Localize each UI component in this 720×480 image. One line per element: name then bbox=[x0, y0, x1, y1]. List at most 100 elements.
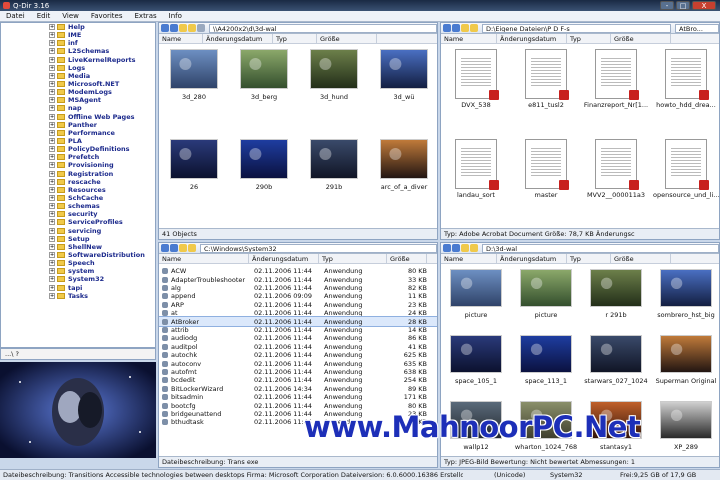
col-date[interactable]: Änderungsdatum bbox=[249, 253, 319, 264]
table-row[interactable]: auditpol 02.11.2006 11:44 Anwendung 41 KB bbox=[159, 343, 437, 351]
tree-item[interactable]: + servicing bbox=[1, 227, 155, 235]
tree-item[interactable]: + Speech bbox=[1, 259, 155, 267]
folder-icon[interactable] bbox=[470, 24, 478, 32]
image-file-item[interactable]: space_113_1 bbox=[513, 335, 579, 385]
expand-icon[interactable]: + bbox=[49, 243, 55, 250]
tree-item[interactable]: + L2Schemas bbox=[1, 47, 155, 55]
expand-icon[interactable]: + bbox=[49, 178, 55, 185]
expand-icon[interactable]: + bbox=[49, 268, 55, 275]
folder-up-icon[interactable] bbox=[179, 24, 187, 32]
tree-item[interactable]: + ModemLogs bbox=[1, 88, 155, 96]
col-name[interactable]: Name bbox=[159, 33, 203, 44]
image-file-item[interactable]: starwars_027_1024 bbox=[583, 335, 649, 385]
folder-icon[interactable] bbox=[188, 24, 196, 32]
path-field[interactable]: C:\Windows\System32 bbox=[200, 243, 437, 253]
folder-icon[interactable] bbox=[470, 244, 478, 252]
tree-item[interactable]: + SoftwareDistribution bbox=[1, 251, 155, 259]
tree-item[interactable]: + inf bbox=[1, 39, 155, 47]
tree-item[interactable]: + LiveKernelReports bbox=[1, 56, 155, 64]
expand-icon[interactable]: + bbox=[49, 64, 55, 71]
image-file-item[interactable]: 290b bbox=[231, 139, 297, 191]
pane-top-right[interactable]: D:\Eigene Dateien\P D F-s AtBro... Name … bbox=[440, 22, 720, 240]
expand-icon[interactable]: + bbox=[49, 97, 55, 104]
col-date[interactable]: Änderungsdatum bbox=[203, 33, 273, 44]
pdf-file-item[interactable]: Finanzreport_Nr[1... bbox=[583, 49, 649, 109]
table-row[interactable]: attrib 02.11.2006 11:44 Anwendung 14 KB bbox=[159, 326, 437, 334]
table-row[interactable]: ACW 02.11.2006 11:44 Anwendung 80 KB bbox=[159, 267, 437, 275]
table-row[interactable]: ARP 02.11.2006 11:44 Anwendung 23 KB bbox=[159, 301, 437, 309]
table-row[interactable]: alg 02.11.2006 11:44 Anwendung 82 KB bbox=[159, 284, 437, 292]
expand-icon[interactable]: + bbox=[49, 227, 55, 234]
pane-top-left[interactable]: \\A4200x2\d\3d-wal Name Änderungsdatum T… bbox=[158, 22, 438, 240]
pdf-file-item[interactable]: e811_tusl2 bbox=[513, 49, 579, 109]
col-name[interactable]: Name bbox=[159, 253, 249, 264]
tree-item[interactable]: + Tasks bbox=[1, 292, 155, 300]
table-row[interactable]: at 02.11.2006 11:44 Anwendung 24 KB bbox=[159, 309, 437, 317]
expand-icon[interactable]: + bbox=[49, 129, 55, 136]
expand-icon[interactable]: + bbox=[49, 48, 55, 55]
menu-edit[interactable]: Edit bbox=[31, 12, 57, 20]
table-row[interactable]: autoconv 02.11.2006 11:44 Anwendung 635 KB bbox=[159, 359, 437, 368]
path-field[interactable]: D:\Eigene Dateien\P D F-s bbox=[482, 23, 671, 33]
expand-icon[interactable]: + bbox=[49, 211, 55, 218]
image-file-item[interactable]: 291b bbox=[301, 139, 367, 191]
col-date[interactable]: Änderungsdatum bbox=[497, 253, 567, 264]
expand-icon[interactable]: + bbox=[49, 40, 55, 47]
image-file-item[interactable]: picture bbox=[443, 269, 509, 319]
tree-item[interactable]: + MSAgent bbox=[1, 96, 155, 104]
image-file-item[interactable]: 3d_280 bbox=[161, 49, 227, 101]
expand-icon[interactable]: + bbox=[49, 113, 55, 120]
tree-item[interactable]: + ServiceProfiles bbox=[1, 218, 155, 226]
tree-item[interactable]: + rescache bbox=[1, 178, 155, 186]
menu-datei[interactable]: Datei bbox=[0, 12, 31, 20]
tree-item[interactable]: + Registration bbox=[1, 170, 155, 178]
tree-item[interactable]: + Media bbox=[1, 72, 155, 80]
folder-up-icon[interactable] bbox=[461, 24, 469, 32]
col-size[interactable]: Größe bbox=[317, 33, 377, 44]
tree-item[interactable]: + IME bbox=[1, 31, 155, 39]
tree-item[interactable]: + schemas bbox=[1, 202, 155, 210]
menu-favorites[interactable]: Favorites bbox=[85, 12, 129, 20]
tree-item[interactable]: + Performance bbox=[1, 129, 155, 137]
image-file-item[interactable]: r 291b bbox=[583, 269, 649, 319]
pdf-file-item[interactable]: DVX_538 bbox=[443, 49, 509, 109]
pdf-file-item[interactable]: master bbox=[513, 139, 579, 199]
menu-extras[interactable]: Extras bbox=[129, 12, 163, 20]
tree-item[interactable]: + Provisioning bbox=[1, 161, 155, 169]
col-size[interactable]: Größe bbox=[387, 253, 427, 264]
close-button[interactable]: X bbox=[692, 1, 716, 10]
expand-icon[interactable]: + bbox=[49, 203, 55, 210]
image-file-item[interactable]: sombrero_hst_big bbox=[653, 269, 719, 319]
image-file-item[interactable]: arc_of_a_diver bbox=[371, 139, 437, 191]
col-size[interactable]: Größe bbox=[611, 253, 671, 264]
expand-icon[interactable]: + bbox=[49, 154, 55, 161]
expand-icon[interactable]: + bbox=[49, 72, 55, 79]
image-file-item[interactable]: 26 bbox=[161, 139, 227, 191]
tree-item[interactable]: + Offline Web Pages bbox=[1, 113, 155, 121]
col-date[interactable]: Änderungsdatum bbox=[497, 33, 567, 44]
image-file-item[interactable]: 3d_berg bbox=[231, 49, 297, 101]
back-icon[interactable] bbox=[161, 24, 169, 32]
menu-info[interactable]: Info bbox=[163, 12, 188, 20]
back-icon[interactable] bbox=[443, 24, 451, 32]
minimize-button[interactable]: - bbox=[660, 1, 674, 10]
pdf-file-item[interactable]: howto_hdd_drea... bbox=[653, 49, 719, 109]
expand-icon[interactable]: + bbox=[49, 170, 55, 177]
col-type[interactable]: Typ bbox=[567, 33, 611, 44]
path-field[interactable]: \\A4200x2\d\3d-wal bbox=[209, 23, 437, 33]
col-name[interactable]: Name bbox=[441, 253, 497, 264]
expand-icon[interactable]: + bbox=[49, 24, 55, 31]
table-row[interactable]: bitsadmin 02.11.2006 11:44 Anwendung 171 KB bbox=[159, 393, 437, 401]
view-icon[interactable] bbox=[197, 24, 205, 32]
forward-icon[interactable] bbox=[170, 244, 178, 252]
folder-up-icon[interactable] bbox=[461, 244, 469, 252]
atbroker-field[interactable]: AtBro... bbox=[675, 23, 719, 33]
tree-item[interactable]: + tapi bbox=[1, 284, 155, 292]
folder-up-icon[interactable] bbox=[179, 244, 187, 252]
back-icon[interactable] bbox=[161, 244, 169, 252]
expand-icon[interactable]: + bbox=[49, 138, 55, 145]
image-file-item[interactable]: picture bbox=[513, 269, 579, 319]
expand-icon[interactable]: + bbox=[49, 56, 55, 63]
expand-icon[interactable]: + bbox=[49, 260, 55, 267]
expand-icon[interactable]: + bbox=[49, 292, 55, 299]
